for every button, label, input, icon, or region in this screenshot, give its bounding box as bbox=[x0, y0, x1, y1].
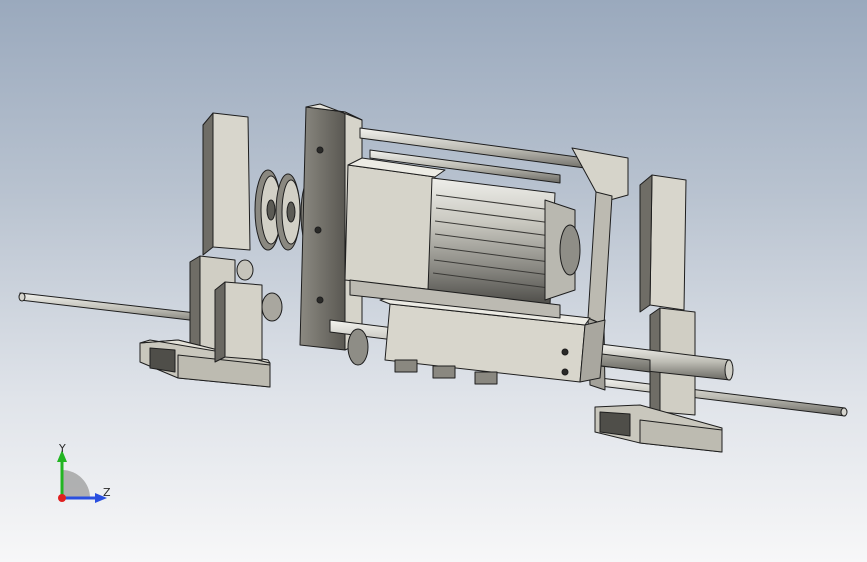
assembly-model[interactable] bbox=[0, 0, 867, 562]
sprocket-middle bbox=[275, 173, 301, 251]
axis-z-label: Z bbox=[103, 486, 111, 499]
right-base-plate bbox=[594, 404, 723, 453]
coordinate-triad bbox=[40, 440, 130, 520]
axis-y-label: Y bbox=[59, 442, 66, 455]
right-upright-bracket bbox=[639, 174, 696, 419]
cad-viewport[interactable]: Y Z bbox=[0, 0, 867, 562]
coordinate-triad-icon bbox=[57, 450, 107, 503]
motor-body bbox=[427, 177, 581, 306]
